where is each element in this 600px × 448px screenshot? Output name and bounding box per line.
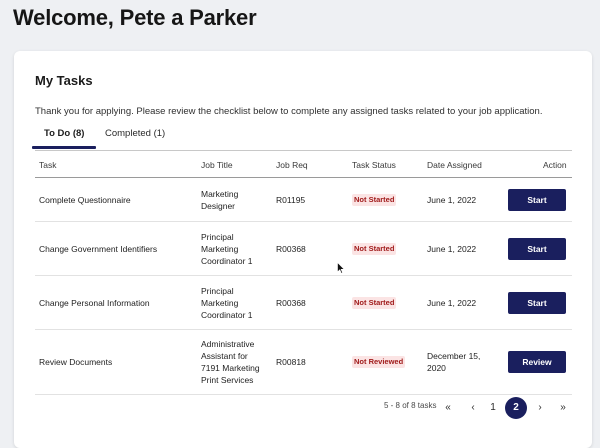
review-button[interactable]: Review bbox=[508, 351, 566, 373]
page-2-button[interactable]: 2 bbox=[505, 397, 527, 419]
tab-to-do[interactable]: To Do (8) bbox=[31, 127, 98, 149]
job-title-line: Marketing bbox=[201, 297, 239, 308]
pagination: 5 - 8 of 8 tasks « ‹ 1 2 › » bbox=[14, 397, 592, 419]
job-req: R00818 bbox=[276, 357, 306, 367]
col-job-title: Job Title bbox=[201, 160, 233, 170]
date-assigned: June 1, 2022 bbox=[427, 243, 476, 255]
task-name: Change Personal Information bbox=[39, 297, 150, 308]
status-badge: Not Started bbox=[352, 193, 397, 206]
job-title: Administrative Assistant for 7191 Marketin… bbox=[201, 338, 260, 386]
intro-text: Thank you for applying. Please review th… bbox=[35, 106, 543, 117]
mouse-cursor-icon bbox=[337, 262, 345, 274]
date-line: June 1, 2022 bbox=[427, 297, 477, 308]
date-assigned: June 1, 2022 bbox=[427, 297, 476, 309]
col-job-req: Job Req bbox=[276, 160, 308, 170]
status-badge: Not Started bbox=[352, 296, 397, 309]
task-name: Change Government Identifiers bbox=[39, 243, 158, 254]
start-button[interactable]: Start bbox=[508, 188, 566, 211]
job-title: Principal Marketing Coordinator 1 bbox=[201, 231, 253, 267]
date-line: June 1, 2022 bbox=[427, 243, 477, 254]
table-body: Complete Questionnaire Marketing Designer R… bbox=[35, 178, 572, 395]
job-req: R00368 bbox=[276, 243, 306, 254]
job-req: R01195 bbox=[276, 194, 306, 205]
chevron-right-icon[interactable]: › bbox=[529, 397, 551, 419]
tasks-table: Task Job Title Job Req Task Status Date … bbox=[35, 150, 572, 395]
col-date-assigned: Date Assigned bbox=[427, 160, 482, 170]
double-chevron-left-icon[interactable]: « bbox=[437, 397, 459, 419]
col-action: Action bbox=[543, 160, 567, 170]
date-line: December 15, bbox=[427, 351, 481, 361]
task-name: Complete Questionnaire bbox=[39, 194, 131, 205]
start-button[interactable]: Start bbox=[508, 237, 566, 260]
job-req: R00368 bbox=[276, 297, 306, 308]
card-title: My Tasks bbox=[35, 73, 93, 88]
job-title-line: Designer bbox=[201, 200, 236, 211]
table-row: Change Personal Information Principal Mark… bbox=[35, 276, 572, 330]
job-title-line: Principal bbox=[201, 231, 234, 242]
job-title-line: Assistant for bbox=[201, 351, 248, 361]
double-chevron-right-icon[interactable]: » bbox=[552, 397, 574, 419]
job-title: Principal Marketing Coordinator 1 bbox=[201, 285, 253, 321]
job-title-line: Print Services bbox=[201, 375, 254, 385]
pagination-range: 5 - 8 of 8 tasks bbox=[384, 401, 437, 410]
job-title-line: 7191 Marketing bbox=[201, 363, 260, 373]
tab-completed[interactable]: Completed (1) bbox=[105, 127, 165, 149]
job-title-line: Marketing bbox=[201, 188, 239, 199]
col-task-status: Task Status bbox=[352, 160, 396, 170]
table-row: Complete Questionnaire Marketing Designer R… bbox=[35, 178, 572, 222]
job-title: Marketing Designer bbox=[201, 188, 238, 212]
page-1-button[interactable]: 1 bbox=[482, 397, 504, 419]
start-button[interactable]: Start bbox=[508, 291, 566, 314]
col-task: Task bbox=[39, 160, 57, 170]
table-header: Task Job Title Job Req Task Status Date … bbox=[35, 151, 572, 178]
job-title-line: Administrative bbox=[201, 339, 255, 349]
job-title-line: Principal bbox=[201, 285, 234, 296]
job-title-line: Coordinator 1 bbox=[201, 309, 253, 320]
chevron-left-icon[interactable]: ‹ bbox=[462, 397, 484, 419]
table-row: Review Documents Administrative Assistant … bbox=[35, 330, 572, 395]
job-title-line: Marketing bbox=[201, 243, 239, 254]
my-tasks-card: My Tasks Thank you for applying. Please … bbox=[14, 51, 592, 448]
task-name: Review Documents bbox=[39, 357, 113, 367]
table-row: Change Government Identifiers Principal Ma… bbox=[35, 222, 572, 276]
status-badge: Not Reviewed bbox=[352, 356, 406, 368]
job-title-line: Coordinator 1 bbox=[201, 255, 253, 266]
welcome-heading: Welcome, Pete a Parker bbox=[13, 5, 257, 30]
status-badge: Not Started bbox=[352, 242, 397, 255]
task-tabs: To Do (8) Completed (1) bbox=[31, 127, 575, 149]
date-assigned: June 1, 2022 bbox=[427, 194, 476, 206]
date-line: June 1, 2022 bbox=[427, 194, 477, 205]
date-line: 2020 bbox=[427, 363, 446, 373]
date-assigned: December 15, 2020 bbox=[427, 350, 480, 374]
